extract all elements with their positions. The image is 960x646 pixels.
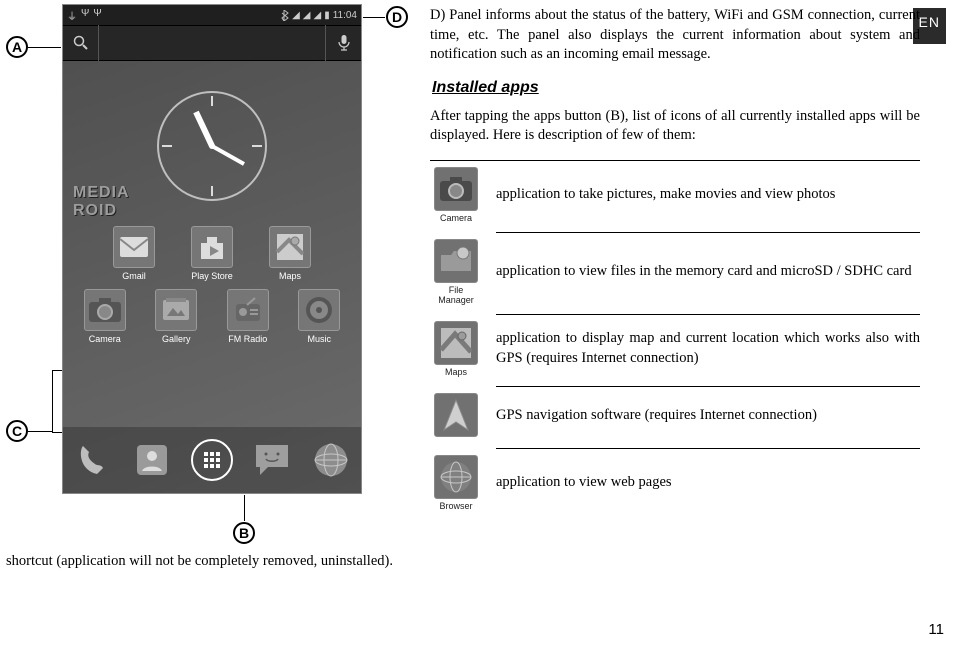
icon-label: Maps [430,367,482,377]
browser-icon [434,455,478,499]
app-icon-gmail: Gmail [104,226,164,281]
folder-icon [434,239,478,283]
usb-icon: ⏚ [67,8,77,23]
app-label: Camera [75,334,135,344]
app-label: Music [289,334,349,344]
icon-label: Browser [430,501,482,511]
app-desc-text: application to take pictures, make movie… [496,185,920,205]
app-icon-maps: Maps [260,226,320,281]
status-time: 11:04 [333,10,357,21]
app-desc-text: GPS navigation software (requires Intern… [496,406,920,426]
dock-browser-icon [307,436,355,484]
divider [496,232,920,233]
maps-icon [434,321,478,365]
navigation-icon [434,393,478,437]
app-icon-fmradio: FM Radio [218,289,278,344]
divider [496,314,920,315]
search-icon [63,25,99,61]
dock-messaging-icon [248,436,296,484]
divider [496,386,920,387]
search-bar [63,25,361,61]
microphone-icon [325,25,361,61]
app-desc-text: application to view web pages [496,473,920,493]
usb-icon: Ψ [93,8,101,23]
lead-line [52,370,62,371]
signal-icon: ◢ [292,10,300,21]
page-number: 11 [928,621,944,638]
callout-d: D [386,6,408,28]
app-desc-filemanager: File Manager application to view files i… [430,239,920,311]
app-desc-maps: Maps application to display map and curr… [430,321,920,383]
app-desc-navigation: GPS navigation software (requires Intern… [430,393,920,445]
app-label: Play Store [182,271,242,281]
icon-label: File Manager [430,285,482,305]
icon-label: Camera [430,213,482,223]
app-icon-playstore: Play Store [182,226,242,281]
lead-line [28,431,52,432]
app-label: Gmail [104,271,164,281]
battery-icon: ▮ [324,10,330,21]
dock-phone-icon [69,436,117,484]
app-desc-text: application to view files in the memory … [496,262,920,282]
camera-icon [434,167,478,211]
lead-line [363,17,385,18]
app-label: FM Radio [218,334,278,344]
installed-apps-body: After tapping the apps button (B), list … [430,107,920,146]
callout-b: B [233,522,255,544]
status-bar: ⏚ Ψ Ψ ◢ ◢ ◢ ▮ 11:04 [63,5,361,25]
app-icon-music: Music [289,289,349,344]
divider [496,448,920,449]
app-desc-camera: Camera application to take pictures, mak… [430,167,920,229]
lead-line [28,47,61,48]
app-label: Gallery [146,334,206,344]
usb-icon: Ψ [81,8,89,23]
dock-apps-button [188,436,236,484]
app-icon-gallery: Gallery [146,289,206,344]
right-column: D) Panel informs about the status of the… [430,6,920,517]
fragment-text: shortcut (application will not be comple… [6,552,426,572]
lead-line [52,432,62,433]
app-grid: Gmail Play Store Maps Camera Gallery [63,220,361,344]
installed-apps-heading: Installed apps [432,79,920,97]
app-label: Maps [260,271,320,281]
signal-icon: ◢ [313,10,321,21]
phone-screenshot: ⏚ Ψ Ψ ◢ ◢ ◢ ▮ 11:04 [62,4,362,494]
lead-line [52,370,53,432]
divider [430,160,920,161]
dock-contacts-icon [128,436,176,484]
callout-a: A [6,36,28,58]
lead-line [244,495,245,521]
signal-icon: ◢ [303,10,311,21]
panel-d-paragraph: D) Panel informs about the status of the… [430,6,920,65]
callout-c: C [6,420,28,442]
app-desc-text: application to display map and current l… [496,329,920,368]
bluetooth-icon [280,10,289,21]
app-desc-browser: Browser application to view web pages [430,455,920,517]
dock [63,427,361,493]
app-icon-camera: Camera [75,289,135,344]
